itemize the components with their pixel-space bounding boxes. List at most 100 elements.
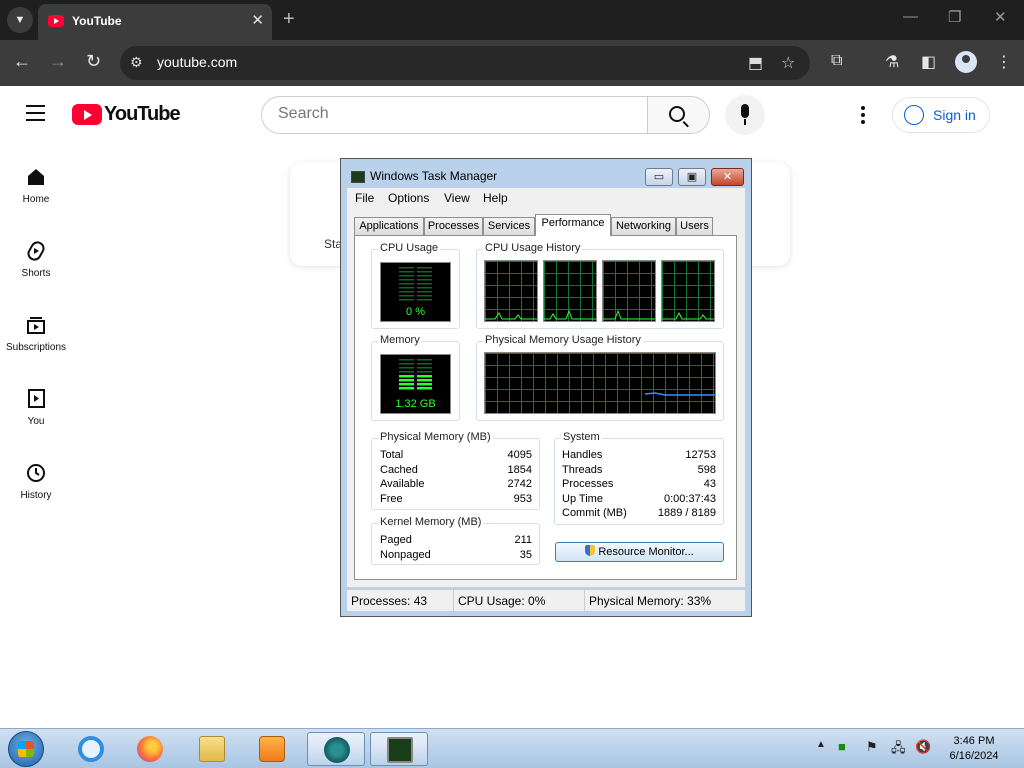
taskbar-file-explorer[interactable] <box>183 732 241 766</box>
taskbar-task-manager-active[interactable] <box>370 732 428 766</box>
menu-view[interactable]: View <box>444 191 470 205</box>
sidebar-item-shorts[interactable]: Shorts <box>0 239 72 279</box>
network-icon[interactable]: 🖧 <box>891 739 906 761</box>
youtube-favicon-icon <box>48 15 64 27</box>
sidebar-item-label: Subscriptions <box>5 342 67 353</box>
maximize-icon: ▣ <box>686 171 698 183</box>
tab-networking[interactable]: Networking <box>611 217 676 235</box>
system-group: System Handles 12753 Threads 598 Processes… <box>554 431 724 525</box>
show-hidden-icons-icon[interactable]: ▲ <box>816 739 826 750</box>
reload-icon[interactable]: ↻ <box>86 51 101 72</box>
tm-minimize-button[interactable]: ▭ <box>645 168 673 186</box>
address-bar[interactable]: ⚙ youtube.com ⬒ ☆ <box>120 46 810 80</box>
task-manager-icon <box>387 737 413 763</box>
menu-help[interactable]: Help <box>483 191 508 205</box>
sign-in-label: Sign in <box>933 107 976 123</box>
tab-performance[interactable]: Performance <box>535 214 611 236</box>
memory-group: Memory 1.32 GB <box>371 334 460 421</box>
sidebar-item-you[interactable]: You <box>0 387 72 427</box>
sidebar-item-label: You <box>27 416 45 427</box>
km-row-paged: Paged 211 <box>380 534 532 546</box>
tm-close-button[interactable]: ✕ <box>711 168 744 186</box>
restore-window-icon[interactable]: ❐ <box>948 8 961 26</box>
pm-row-cached: Cached 1854 <box>380 464 532 476</box>
youtube-logo-text[interactable]: YouTube <box>104 103 181 126</box>
pm-row-value: 4095 <box>507 449 532 461</box>
labs-flask-icon[interactable]: ⚗ <box>885 52 899 72</box>
sys-row-commit: Commit (MB) 1889 / 8189 <box>562 507 716 519</box>
bookmark-star-icon[interactable]: ☆ <box>781 53 795 73</box>
profile-avatar-icon[interactable] <box>955 51 977 73</box>
windows-taskbar: ▲ ■ ⚑ 🖧 🔇 3:46 PM 6/16/2024 <box>0 728 1024 768</box>
chrome-menu-icon[interactable]: ⋮ <box>996 52 1012 72</box>
back-arrow-icon[interactable]: ← <box>13 51 31 72</box>
sign-in-button[interactable]: Sign in <box>892 97 990 133</box>
tm-maximize-button[interactable]: ▣ <box>678 168 706 186</box>
taskbar-firefox[interactable] <box>121 732 179 766</box>
cpu-usage-group: CPU Usage 0 % <box>371 242 460 329</box>
resource-monitor-button[interactable]: Resource Monitor... <box>555 542 724 562</box>
start-button-icon[interactable] <box>8 731 44 767</box>
youtube-logo-icon[interactable] <box>72 104 102 125</box>
sys-row-value: 43 <box>703 478 716 490</box>
sys-row-name: Handles <box>562 449 603 461</box>
task-manager-title: Windows Task Manager <box>370 169 498 183</box>
km-row-value: 35 <box>519 549 532 561</box>
taskbar-media-player[interactable] <box>243 732 301 766</box>
search-button[interactable] <box>647 96 710 134</box>
tm-menu-bar: File Options View Help <box>347 188 745 207</box>
memory-label: Memory <box>378 334 422 346</box>
chevron-down-icon: ▼ <box>14 14 26 26</box>
close-icon: ✕ <box>722 171 733 183</box>
tm-status-bar: Processes: 43 CPU Usage: 0% Physical Mem… <box>347 589 745 612</box>
tab-services[interactable]: Services <box>483 217 535 235</box>
shorts-icon <box>27 241 45 261</box>
sidebar-item-label: History <box>20 490 52 501</box>
menu-options[interactable]: Options <box>388 191 429 205</box>
user-circle-icon <box>904 105 924 125</box>
sys-row-threads: Threads 598 <box>562 464 716 476</box>
pm-row-total: Total 4095 <box>380 449 532 461</box>
sidebar-item-subscriptions[interactable]: Subscriptions <box>0 313 72 353</box>
sidebar-item-history[interactable]: History <box>0 461 72 501</box>
system-clock[interactable]: 3:46 PM 6/16/2024 <box>936 734 1012 764</box>
tab-users[interactable]: Users <box>676 217 713 235</box>
performance-panel: CPU Usage 0 % CPU Usage History Memory 1… <box>354 235 737 580</box>
extensions-icon[interactable]: ⧉ <box>831 52 842 70</box>
taskbar-internet-explorer[interactable] <box>62 732 120 766</box>
site-info-icon[interactable]: ⚙ <box>130 54 143 71</box>
tab-processes[interactable]: Processes <box>424 217 483 235</box>
volume-muted-icon[interactable]: 🔇 <box>915 739 931 755</box>
tab-close-icon[interactable]: ✕ <box>251 11 264 29</box>
guide-menu-icon[interactable] <box>26 105 46 121</box>
cpu-history-graph-core-4 <box>661 260 715 322</box>
status-cpu-usage: CPU Usage: 0% <box>454 590 585 612</box>
pm-row-free: Free 953 <box>380 493 532 505</box>
minimize-window-icon[interactable]: — <box>903 8 918 25</box>
voice-search-microphone-icon[interactable] <box>725 95 765 135</box>
sidebar-item-home[interactable]: Home <box>0 165 72 205</box>
sys-row-value: 1889 / 8189 <box>657 507 716 519</box>
sys-row-value: 598 <box>697 464 716 476</box>
new-tab-icon[interactable]: + <box>283 8 295 31</box>
tab-search-button[interactable]: ▼ <box>7 7 33 33</box>
forward-arrow-icon[interactable]: → <box>49 51 67 72</box>
tray-app-icon[interactable]: ■ <box>838 739 846 754</box>
pm-row-value: 953 <box>513 493 532 505</box>
settings-more-icon[interactable] <box>861 106 865 124</box>
install-app-icon[interactable]: ⬒ <box>748 53 763 73</box>
action-center-flag-icon[interactable]: ⚑ <box>866 739 878 755</box>
menu-file[interactable]: File <box>355 191 374 205</box>
browser-toolbar: ← → ↻ ⚙ youtube.com ⬒ ☆ ⧉ ⚗ ◧ ⋮ <box>0 40 1024 86</box>
side-panel-icon[interactable]: ◧ <box>921 52 936 72</box>
taskbar-chrome-active[interactable] <box>307 732 365 766</box>
km-row-name: Nonpaged <box>380 549 431 561</box>
physical-memory-label: Physical Memory (MB) <box>378 431 493 443</box>
task-manager-window: Windows Task Manager ▭ ▣ ✕ File Options … <box>340 158 752 617</box>
sys-row-value: 12753 <box>685 449 716 461</box>
close-window-icon[interactable]: ✕ <box>994 8 1007 26</box>
tab-applications[interactable]: Applications <box>354 217 424 235</box>
firefox-icon <box>137 736 163 762</box>
search-input[interactable] <box>278 105 628 123</box>
browser-tab-youtube[interactable]: YouTube ✕ <box>38 4 272 40</box>
